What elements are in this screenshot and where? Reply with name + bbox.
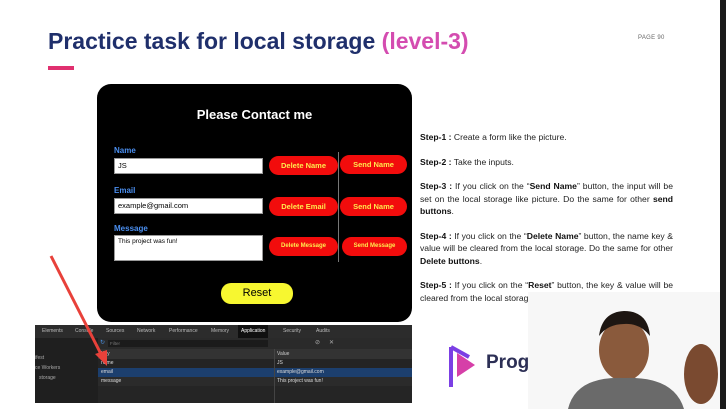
step-label: Step-3 : — [420, 181, 453, 191]
send-email-button[interactable]: Send Name — [340, 197, 407, 216]
row-value: This project was fun! — [277, 378, 323, 384]
message-textarea[interactable]: This project was fun! — [114, 235, 263, 261]
tab-application[interactable]: Application — [238, 325, 269, 338]
delete-selected-icon[interactable]: ✕ — [329, 339, 334, 346]
name-input[interactable]: JS — [114, 158, 263, 174]
send-name-button[interactable]: Send Name — [340, 155, 407, 174]
table-row[interactable]: message This project was fun! — [98, 377, 412, 386]
reset-button[interactable]: Reset — [221, 283, 293, 304]
step-1: Step-1 : Create a form like the picture. — [420, 131, 673, 144]
presenter-webcam — [528, 292, 720, 409]
steps-list: Step-1 : Create a form like the picture.… — [420, 131, 673, 316]
step-text: If you click on the “ — [452, 181, 530, 191]
sidebar-item-service-workers[interactable]: ce Workers — [35, 365, 60, 371]
devtools-toolbar: ↻ Filter ⊘ ✕ — [98, 338, 412, 349]
step-text: If you click on the “ — [451, 280, 529, 290]
table-empty-area — [98, 386, 412, 403]
presenter-figure — [528, 292, 720, 409]
send-message-button[interactable]: Send Message — [342, 237, 407, 256]
tab-console[interactable]: Console — [75, 325, 93, 338]
tab-memory[interactable]: Memory — [211, 325, 229, 338]
step-2: Step-2 : Take the inputs. — [420, 156, 673, 169]
delete-message-button[interactable]: Delete Message — [269, 237, 338, 256]
title-underline — [48, 66, 74, 70]
step-label: Step-1 : — [420, 132, 452, 142]
step-bold: Delete Name — [526, 230, 579, 241]
row-value: example@gmail.com — [277, 369, 324, 375]
row-value: JS — [277, 360, 283, 366]
step-text: . — [479, 255, 483, 266]
page-number: PAGE 90 — [638, 35, 665, 41]
step-label: Step-2 : — [420, 156, 452, 167]
column-divider — [274, 349, 275, 403]
clear-all-icon[interactable]: ⊘ — [315, 339, 320, 346]
title-highlight: (level-3) — [381, 28, 469, 54]
step-text: Take the inputs. — [451, 156, 514, 167]
form-heading: Please Contact me — [196, 107, 313, 122]
delete-email-button[interactable]: Delete Email — [269, 197, 338, 216]
step-bold: Send Name — [529, 181, 577, 191]
tab-network[interactable]: Network — [137, 325, 155, 338]
table-row[interactable]: name JS — [98, 359, 412, 368]
window-edge — [720, 0, 726, 409]
refresh-icon[interactable]: ↻ — [100, 339, 105, 346]
step-text: Create a form like the picture. — [451, 132, 567, 142]
devtools-panel: Elements Console Sources Network Perform… — [35, 325, 412, 403]
table-row[interactable]: email example@gmail.com — [98, 368, 412, 377]
email-input[interactable]: example@gmail.com — [114, 198, 263, 214]
step-bold: Delete buttons — [420, 255, 480, 266]
tab-elements[interactable]: Elements — [42, 325, 63, 338]
row-key: email — [101, 369, 113, 375]
delete-name-button[interactable]: Delete Name — [269, 156, 338, 175]
tab-performance[interactable]: Performance — [169, 325, 198, 338]
devtools-sidebar: ifest ce Workers storage — [35, 338, 98, 403]
tab-audits[interactable]: Audits — [316, 325, 330, 338]
sidebar-item-storage[interactable]: storage — [39, 375, 56, 381]
email-label: Email — [114, 186, 136, 195]
devtools-tabbar: Elements Console Sources Network Perform… — [35, 325, 412, 338]
column-value: Value — [277, 351, 290, 357]
slide: Practice task for local storage (level-3… — [0, 0, 720, 409]
filter-input[interactable]: Filter — [108, 340, 268, 347]
step-text: If you click on the “ — [451, 230, 527, 241]
title-main: Practice task for local storage — [48, 28, 382, 54]
step-3: Step-3 : If you click on the “Send Name”… — [420, 180, 673, 218]
message-label: Message — [114, 224, 148, 233]
slide-title: Practice task for local storage (level-3… — [48, 28, 469, 55]
step-text: . — [451, 206, 454, 216]
step-label: Step-5 : — [420, 280, 452, 290]
row-key: message — [101, 378, 122, 384]
contact-form-card: Please Contact me Name JS Delete Name Se… — [97, 84, 412, 322]
column-key: Key — [101, 351, 110, 357]
row-key: name — [101, 360, 114, 366]
name-label: Name — [114, 146, 136, 155]
step-label: Step-4 : — [420, 230, 452, 241]
button-divider — [338, 152, 339, 262]
tab-security[interactable]: Security — [283, 325, 301, 338]
step-bold: Reset — [528, 280, 552, 290]
step-4: Step-4 : If you click on the “Delete Nam… — [420, 230, 673, 268]
tab-sources[interactable]: Sources — [106, 325, 124, 338]
sidebar-item-manifest[interactable]: ifest — [35, 355, 44, 361]
storage-table-header: Key Value — [98, 349, 412, 359]
programming-hero-logo-icon — [449, 345, 475, 387]
